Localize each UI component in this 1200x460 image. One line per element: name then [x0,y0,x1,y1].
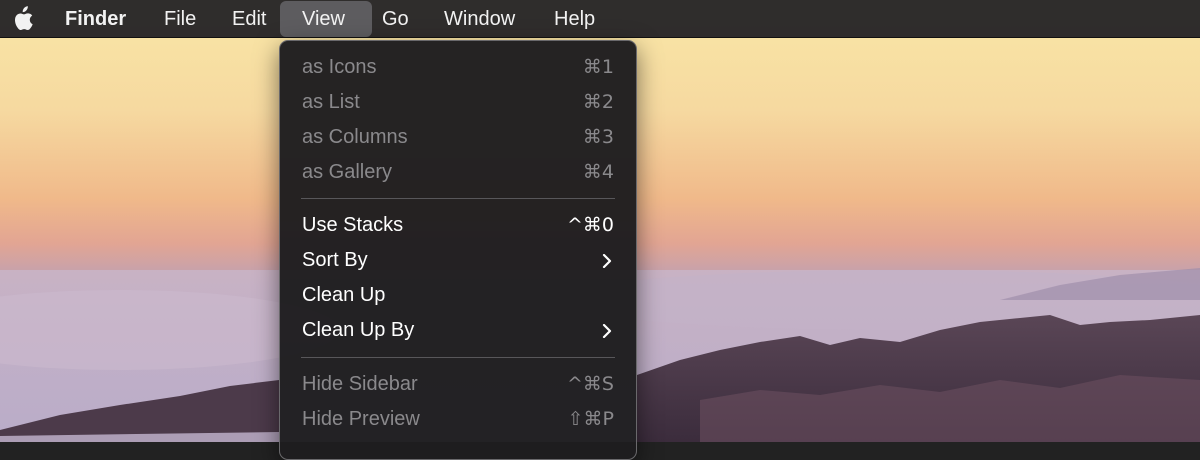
menu-item-label: Clean Up [302,284,386,306]
menu-edit[interactable]: Edit [232,0,266,38]
menu-item-shortcut: ⌘2 [582,91,614,113]
menu-item-hide-sidebar[interactable]: Hide Sidebar ^⌘S [280,367,636,402]
menu-item-hide-preview[interactable]: Hide Preview ⇧⌘P [280,402,636,437]
menu-item-shortcut: ⌘4 [582,161,614,183]
menu-item-label: as Gallery [302,161,393,183]
menu-file[interactable]: File [164,0,196,38]
menu-item-label: Sort By [302,249,368,271]
chevron-right-icon [602,324,612,338]
menu-item-label: as List [302,91,360,113]
menu-item-as-list[interactable]: as List ⌘2 [280,85,636,120]
menu-item-shortcut: ^⌘0 [566,214,614,236]
menu-view-label: View [302,8,345,30]
menu-item-label: Hide Preview [302,408,420,430]
menu-window[interactable]: Window [444,0,515,38]
menu-item-label: Hide Sidebar [302,373,418,395]
apple-logo-icon[interactable] [10,6,34,32]
view-menu-dropdown: as Icons ⌘1 as List ⌘2 as Columns ⌘3 as … [279,40,637,460]
menu-separator [301,198,615,199]
menu-item-shortcut: ⇧⌘P [567,408,614,430]
menu-separator [301,357,615,358]
menu-item-use-stacks[interactable]: Use Stacks ^⌘0 [280,208,636,243]
menu-item-label: Clean Up By [302,319,415,341]
menu-item-label: as Icons [302,56,377,78]
menu-finder[interactable]: Finder [65,0,126,38]
menu-go[interactable]: Go [382,0,409,38]
chevron-right-icon [602,254,612,268]
menu-item-label: Use Stacks [302,214,404,236]
menu-item-shortcut: ^⌘S [567,373,614,395]
menu-item-label: as Columns [302,126,408,148]
menu-item-shortcut: ⌘1 [582,56,614,78]
menu-item-clean-up[interactable]: Clean Up [280,278,636,313]
menu-item-as-icons[interactable]: as Icons ⌘1 [280,50,636,85]
menu-item-shortcut: ⌘3 [582,126,614,148]
menu-item-as-gallery[interactable]: as Gallery ⌘4 [280,155,636,190]
menu-item-clean-up-by[interactable]: Clean Up By [280,313,636,348]
menu-item-sort-by[interactable]: Sort By [280,243,636,278]
menu-item-as-columns[interactable]: as Columns ⌘3 [280,120,636,155]
menu-bar: Finder File Edit View Go Window Help [0,0,1200,38]
menu-help[interactable]: Help [554,0,595,38]
menu-view[interactable]: View [280,1,372,37]
